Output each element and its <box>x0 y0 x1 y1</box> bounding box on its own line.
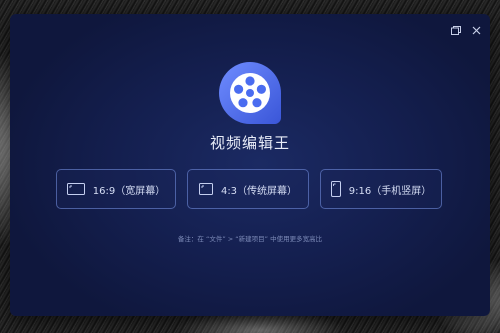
app-logo-film-reel-icon <box>219 62 281 124</box>
hint-text: 备注：在 “文件” > “新建项目” 中使用更多宽高比 <box>177 235 323 243</box>
ratio-9-16-button[interactable]: 9:16（手机竖屏） <box>320 169 442 209</box>
app-title: 视频编辑王 <box>209 134 290 152</box>
restore-icon <box>451 25 461 35</box>
ratio-9-16-label: 9:16（手机竖屏） <box>348 185 432 197</box>
widescreen-icon <box>66 183 85 195</box>
app-window: 视频编辑王 16:9（宽屏幕） 4:3（传统屏幕） 9:16（手机竖屏） 备注：… <box>10 14 490 316</box>
ratio-16-9-label: 16:9（宽屏幕） <box>92 185 166 197</box>
restore-button[interactable] <box>450 24 462 36</box>
close-button[interactable] <box>470 24 482 36</box>
phone-portrait-icon <box>330 181 341 197</box>
ratio-16-9-button[interactable]: 16:9（宽屏幕） <box>56 169 176 209</box>
ratio-4-3-label: 4:3（传统屏幕） <box>220 185 298 197</box>
standard-screen-icon <box>198 183 213 195</box>
close-icon <box>472 26 480 34</box>
ratio-4-3-button[interactable]: 4:3（传统屏幕） <box>187 169 309 209</box>
